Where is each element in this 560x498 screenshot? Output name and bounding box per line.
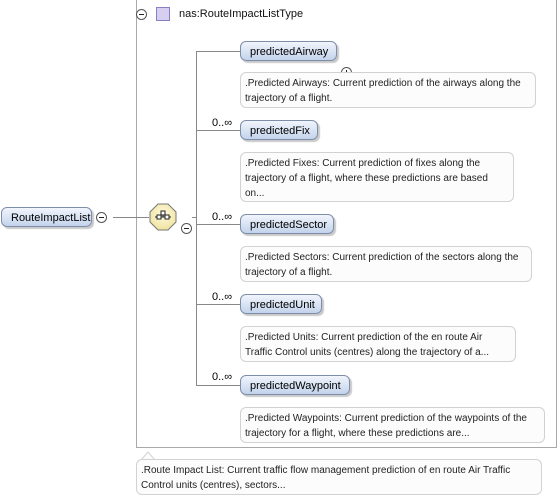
annotation-text: .Route Impact List: Current traffic flow…: [141, 465, 511, 491]
annotation-text: .Predicted Units: Current prediction of …: [245, 332, 489, 358]
occurrence-label: 0..∞: [212, 117, 233, 129]
root-connector-line: [113, 217, 149, 218]
sequence-compositor-icon[interactable]: [149, 203, 177, 231]
annotation-text: .Predicted Fixes: Current prediction of …: [245, 158, 488, 199]
root-element-routeimpactlist[interactable]: RouteImpactList: [1, 207, 92, 227]
annotation-predictedairway: .Predicted Airways: Current prediction o…: [240, 72, 536, 108]
branch-line-sector: [196, 224, 240, 225]
element-predictedairway[interactable]: predictedAirway: [240, 41, 337, 61]
element-predictedfix[interactable]: predictedFix: [240, 120, 318, 140]
annotation-text: .Predicted Airways: Current prediction o…: [245, 78, 521, 104]
element-label: predictedUnit: [250, 299, 315, 311]
occurrence-label: 0..∞: [212, 371, 233, 383]
complex-type-icon: [156, 7, 170, 21]
branch-line-waypoint: [196, 385, 240, 386]
annotation-text: .Predicted Sectors: Current prediction o…: [245, 252, 519, 278]
element-predictedunit[interactable]: predictedUnit: [240, 294, 322, 314]
collapse-root-icon[interactable]: [96, 212, 107, 223]
collapse-sequence-icon[interactable]: [181, 223, 192, 234]
annotation-predictedunit: .Predicted Units: Current prediction of …: [240, 326, 516, 362]
branch-line-fix: [196, 130, 240, 131]
branch-line-unit: [196, 304, 240, 305]
collapse-type-icon[interactable]: [136, 8, 147, 20]
annotation-routeimpactlist: .Route Impact List: Current traffic flow…: [136, 459, 542, 495]
annotation-text: .Predicted Waypoints: Current prediction…: [245, 413, 527, 439]
children-bracket-line: [196, 51, 197, 385]
element-label: predictedWaypoint: [250, 380, 341, 392]
annotation-predictedsector: .Predicted Sectors: Current prediction o…: [240, 246, 532, 282]
type-header: nas:RouteImpactListType: [136, 3, 303, 25]
element-predictedwaypoint[interactable]: predictedWaypoint: [240, 375, 350, 395]
root-element-label: RouteImpactList: [11, 212, 91, 224]
annotation-predictedfix: .Predicted Fixes: Current prediction of …: [240, 152, 514, 202]
occurrence-label: 0..∞: [212, 211, 233, 223]
branch-line-airway: [196, 51, 240, 52]
element-label: predictedSector: [250, 219, 328, 231]
occurrence-label: 0..∞: [212, 291, 233, 303]
element-predictedsector[interactable]: predictedSector: [240, 214, 334, 234]
annotation-predictedwaypoint: .Predicted Waypoints: Current prediction…: [240, 407, 545, 443]
element-label: predictedFix: [250, 125, 310, 137]
type-name: nas:RouteImpactListType: [179, 8, 304, 20]
element-label: predictedAirway: [250, 46, 329, 58]
